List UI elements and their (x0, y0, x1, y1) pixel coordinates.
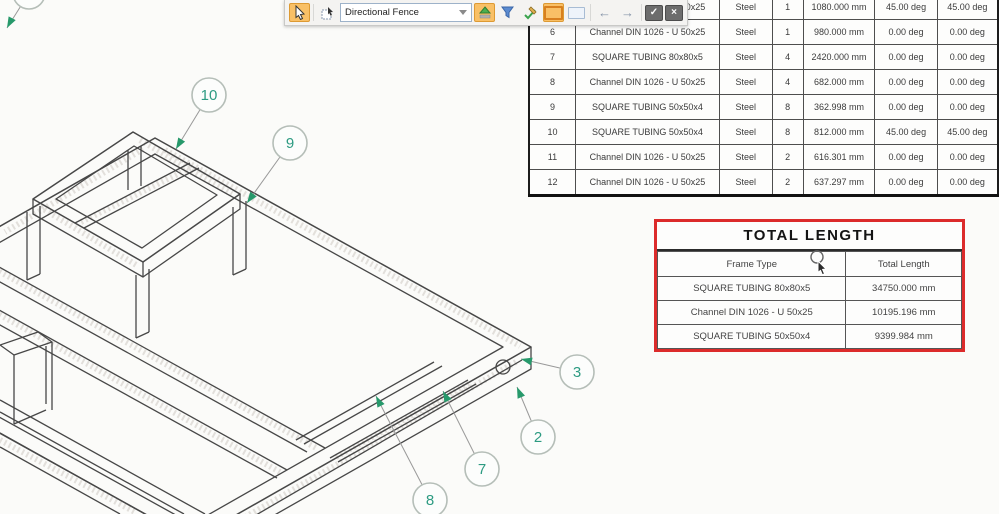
cancel-button[interactable]: × (665, 4, 683, 21)
balloon-10[interactable]: 10 (191, 77, 227, 113)
table-row: 8 Channel DIN 1026 - U 50x25 Steel 4 682.000… (528, 69, 999, 95)
polygon-icon (568, 6, 585, 19)
balloon-partial[interactable] (13, 0, 45, 10)
chevron-down-icon (459, 10, 467, 15)
balloon-7-label: 7 (478, 461, 486, 478)
toolbar-divider (641, 4, 642, 21)
fence-up-icon (478, 6, 491, 19)
fence-direction-button[interactable] (474, 3, 495, 22)
secondary-frame-corner (0, 331, 53, 425)
back-arrow-icon: ← (598, 5, 611, 20)
rectangle-icon (544, 5, 563, 20)
toolbar-divider (313, 4, 314, 21)
balloon-3-label: 3 (573, 364, 581, 381)
balloon-3[interactable]: 3 (559, 354, 595, 390)
total-length-title: TOTAL LENGTH (657, 222, 962, 251)
column-header-total-length: Total Length (845, 251, 962, 277)
bom-table: 5Channel DIN 1026 - U 50x25Steel11080.00… (528, 0, 999, 197)
balloon-7[interactable]: 7 (464, 451, 500, 487)
balloon-8-label: 8 (426, 492, 434, 509)
polygon-selection-button[interactable] (566, 3, 587, 22)
forward-arrow-icon: → (621, 5, 634, 20)
selection-mode-value: Directional Fence (345, 7, 419, 18)
pen-check-icon (524, 5, 537, 19)
check-icon: ✓ (649, 7, 659, 18)
balloon-8[interactable]: 8 (412, 482, 448, 514)
verify-edit-button[interactable] (520, 3, 541, 22)
table-row: 12 Channel DIN 1026 - U 50x25 Steel 2 637.29… (528, 169, 999, 196)
balloon-2-label: 2 (534, 429, 542, 446)
table-row: SQUARE TUBING 50x50x4 9399.984 mm (656, 324, 962, 349)
balloon-9-label: 9 (286, 135, 294, 152)
balloon-2[interactable]: 2 (520, 419, 556, 455)
toolbar-divider (590, 4, 591, 21)
leader-arrows (7, 16, 533, 408)
balloon-10-label: 10 (201, 87, 218, 104)
table-row: Channel DIN 1026 - U 50x25 10195.196 mm (656, 300, 962, 325)
rectangle-selection-button[interactable] (543, 3, 564, 22)
cad-viewport: 10 9 3 2 7 8 50x25 Steel 1 1080.000 mm 4… (0, 0, 999, 514)
table-row: 7 SQUARE TUBING 80x80x5 Steel 4 2420.000 mm 0… (528, 44, 999, 70)
selection-toolbar: Directional Fence ← → ✓ × (284, 0, 688, 26)
filter-button[interactable] (497, 3, 518, 22)
close-icon: × (671, 7, 677, 18)
table-row: 11 Channel DIN 1026 - U 50x25 Steel 2 616.30… (528, 144, 999, 170)
pointer-tool-button[interactable] (289, 3, 310, 22)
base-frame (0, 137, 532, 514)
table-row: 9 SQUARE TUBING 50x50x4 Steel 8 362.998 mm 0.… (528, 94, 999, 120)
forward-button[interactable]: → (617, 3, 638, 22)
ok-button[interactable]: ✓ (645, 4, 663, 21)
pointer-cursor-icon (810, 250, 828, 276)
total-length-table: TOTAL LENGTH Frame Type Total Length SQU… (654, 219, 965, 352)
pointer-icon (295, 5, 305, 20)
select-object-icon (321, 6, 333, 19)
select-object-button[interactable] (317, 3, 338, 22)
filter-icon (501, 6, 514, 19)
back-button[interactable]: ← (594, 3, 615, 22)
selection-mode-dropdown[interactable]: Directional Fence (340, 3, 472, 22)
balloon-9[interactable]: 9 (272, 125, 308, 161)
table-row: 10 SQUARE TUBING 50x50x4 Steel 8 812.000 mm 4… (528, 119, 999, 145)
balloon-leaders (6, 0, 578, 501)
